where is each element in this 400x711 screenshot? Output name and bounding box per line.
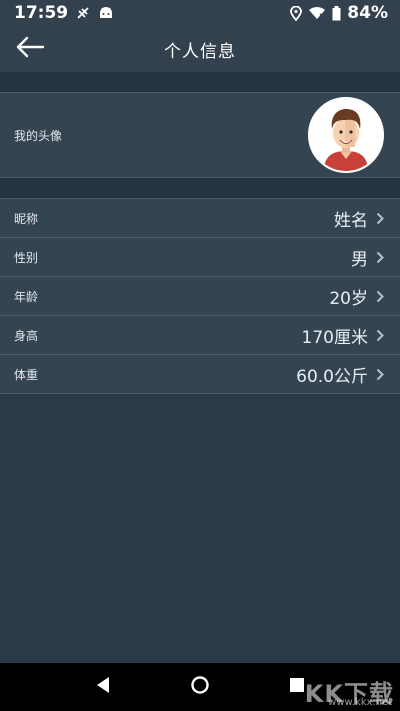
back-button[interactable] [12, 34, 48, 64]
list-item-weight[interactable]: 体重 60.0公斤 [0, 354, 400, 394]
gender-label: 性别 [14, 250, 39, 265]
weight-label: 体重 [14, 367, 39, 382]
info-list: 昵称 姓名 性别 男 年龄 20岁 身高 170厘米 体重 60.0公斤 [0, 198, 400, 394]
section-gap-middle [0, 178, 400, 198]
battery-icon [332, 5, 341, 21]
chevron-right-icon [376, 329, 384, 342]
nickname-value: 姓名 [334, 210, 368, 231]
age-value: 20岁 [329, 288, 368, 309]
status-bar: 17:59 84% [0, 0, 400, 26]
list-item-height[interactable]: 身高 170厘米 [0, 315, 400, 354]
status-left: 17:59 [14, 3, 114, 23]
avatar[interactable] [308, 97, 384, 173]
nav-home-button[interactable] [180, 667, 220, 707]
gender-right: 男 [351, 245, 384, 270]
avatar-label: 我的头像 [14, 128, 63, 143]
chevron-right-icon [376, 290, 384, 303]
recents-square-icon [289, 677, 305, 697]
weight-value: 60.0公斤 [296, 366, 368, 387]
age-right: 20岁 [329, 284, 384, 309]
arrow-left-icon [15, 36, 45, 62]
list-item-age[interactable]: 年龄 20岁 [0, 276, 400, 315]
avatar-row[interactable]: 我的头像 [0, 92, 400, 178]
signal-off-icon [76, 6, 90, 20]
clock: 17:59 [14, 3, 69, 23]
home-circle-icon [190, 675, 210, 699]
nickname-label: 昵称 [14, 211, 39, 226]
height-value: 170厘米 [301, 327, 368, 348]
section-gap-top [0, 72, 400, 92]
page-title: 个人信息 [164, 41, 236, 62]
chevron-right-icon [376, 212, 384, 225]
chevron-right-icon [376, 251, 384, 264]
gender-value: 男 [351, 249, 368, 270]
app-bar: 个人信息 [0, 26, 400, 72]
height-label: 身高 [14, 328, 39, 343]
list-item-gender[interactable]: 性别 男 [0, 237, 400, 276]
age-label: 年龄 [14, 289, 39, 304]
location-icon [290, 5, 303, 21]
nickname-right: 姓名 [334, 206, 384, 231]
status-right: 84% [290, 3, 388, 23]
wifi-icon [308, 6, 326, 20]
weight-right: 60.0公斤 [296, 362, 384, 387]
battery-percent: 84% [347, 3, 388, 23]
nav-back-button[interactable] [83, 667, 123, 707]
back-triangle-icon [95, 676, 111, 698]
list-item-nickname[interactable]: 昵称 姓名 [0, 198, 400, 237]
watermark-url: www.kkx.net [328, 697, 392, 708]
android-icon [98, 6, 114, 20]
height-right: 170厘米 [302, 323, 384, 348]
chevron-right-icon [376, 368, 384, 381]
